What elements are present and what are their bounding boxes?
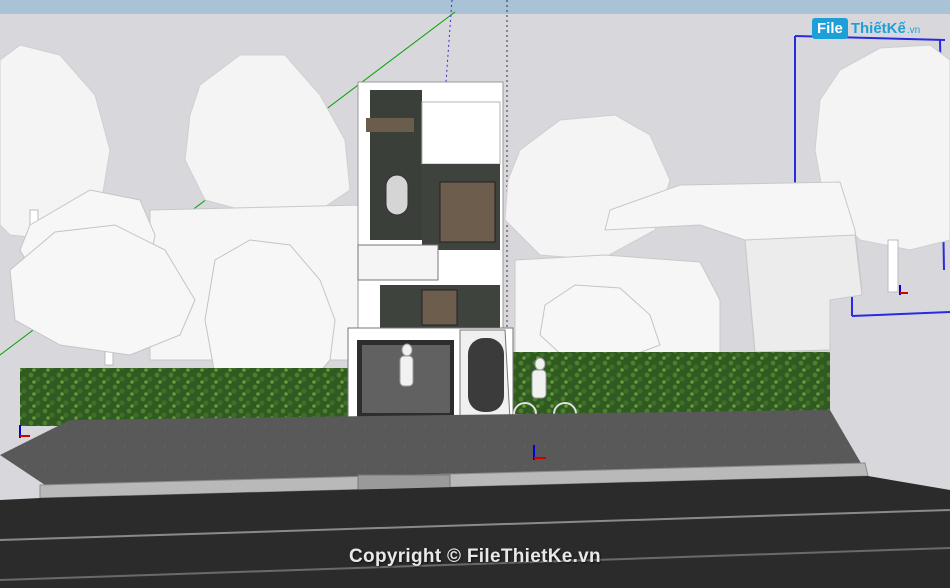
scene-canvas[interactable] [0, 0, 950, 588]
copyright-watermark: Copyright © FileThietKe.vn [349, 546, 601, 567]
logo-suffix: .vn [906, 24, 921, 36]
logo-box: File [812, 17, 848, 39]
main-house [347, 81, 514, 423]
logo-text: ThiếtKế [850, 19, 906, 37]
brand-logo: File ThiếtKế .vn [812, 14, 920, 42]
top-band [0, 0, 950, 14]
model-viewport[interactable]: File ThiếtKế .vn Copyright © FileThietKe… [0, 0, 950, 588]
